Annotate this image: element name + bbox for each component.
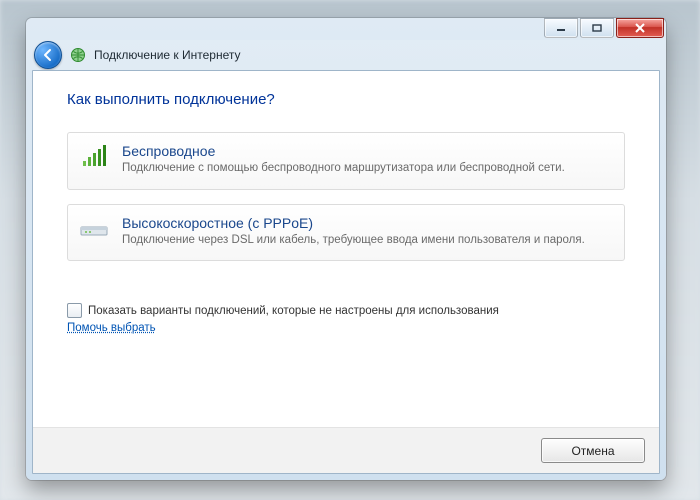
show-unavailable-label: Показать варианты подключений, которые н… [88,305,499,317]
maximize-button[interactable] [580,18,614,38]
option-title: Беспроводное [122,143,612,159]
window-title: Подключение к Интернету [94,48,241,62]
show-unavailable-checkbox[interactable] [67,303,82,318]
modem-icon [80,215,110,243]
back-button[interactable] [34,41,62,69]
option-title: Высокоскоростное (с PPPoE) [122,215,612,231]
minimize-button[interactable] [544,18,578,38]
page-heading: Как выполнить подключение? [67,91,625,108]
globe-network-icon [70,47,86,63]
help-choose-link[interactable]: Помочь выбрать [67,322,156,334]
nav-bar: Подключение к Интернету [26,40,666,70]
cancel-button[interactable]: Отмена [541,438,645,463]
titlebar [26,18,666,40]
wireless-signal-icon [80,143,110,171]
close-icon [634,23,646,33]
footer-bar: Отмена [33,427,659,473]
back-arrow-icon [41,48,55,62]
option-description: Подключение через DSL или кабель, требую… [122,233,612,249]
option-wireless[interactable]: Беспроводное Подключение с помощью беспр… [67,132,625,190]
close-button[interactable] [616,18,664,38]
wizard-window: Подключение к Интернету Как выполнить по… [26,18,666,480]
option-broadband-pppoe[interactable]: Высокоскоростное (с PPPoE) Подключение ч… [67,204,625,262]
client-area: Как выполнить подключение? Беспроводное … [32,70,660,474]
minimize-icon [556,24,566,32]
option-description: Подключение с помощью беспроводного марш… [122,161,612,177]
maximize-icon [592,24,602,32]
